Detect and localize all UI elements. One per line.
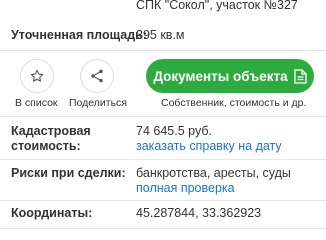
documents-button[interactable]: Документы объекта — [146, 59, 314, 93]
divider — [0, 159, 326, 160]
share-icon — [91, 69, 103, 83]
star-icon — [30, 69, 44, 82]
divider — [0, 50, 326, 51]
divider — [0, 116, 326, 117]
divider — [0, 228, 326, 229]
risks-label: Риски при сделки: — [11, 166, 126, 180]
favorite-label[interactable]: В список — [15, 97, 58, 109]
address-text: СПК "Сокол", участок №327 — [136, 0, 298, 12]
share-button[interactable] — [80, 59, 114, 93]
favorite-button[interactable] — [20, 59, 54, 93]
documents-subtitle: Собственник, стоимость и др. — [161, 97, 307, 109]
cadastral-label-line1: Кадастровая — [11, 124, 91, 138]
document-icon — [293, 68, 307, 84]
area-value: 395 кв.м — [136, 28, 185, 42]
divider — [0, 200, 326, 201]
cadastral-label-line2: стоимость: — [11, 139, 81, 153]
risks-value: банкротства, аресты, суды — [136, 166, 291, 180]
coords-label: Координаты: — [11, 206, 93, 220]
share-label[interactable]: Поделиться — [69, 97, 127, 109]
full-check-link[interactable]: полная проверка — [136, 181, 235, 196]
area-label: Уточненная площадь: — [11, 28, 148, 42]
coords-value: 45.287844, 33.362923 — [136, 206, 262, 220]
documents-button-label: Документы объекта — [153, 68, 288, 84]
order-certificate-link[interactable]: заказать справку на дату — [136, 139, 282, 154]
cadastral-value: 74 645.5 руб. — [136, 124, 212, 138]
